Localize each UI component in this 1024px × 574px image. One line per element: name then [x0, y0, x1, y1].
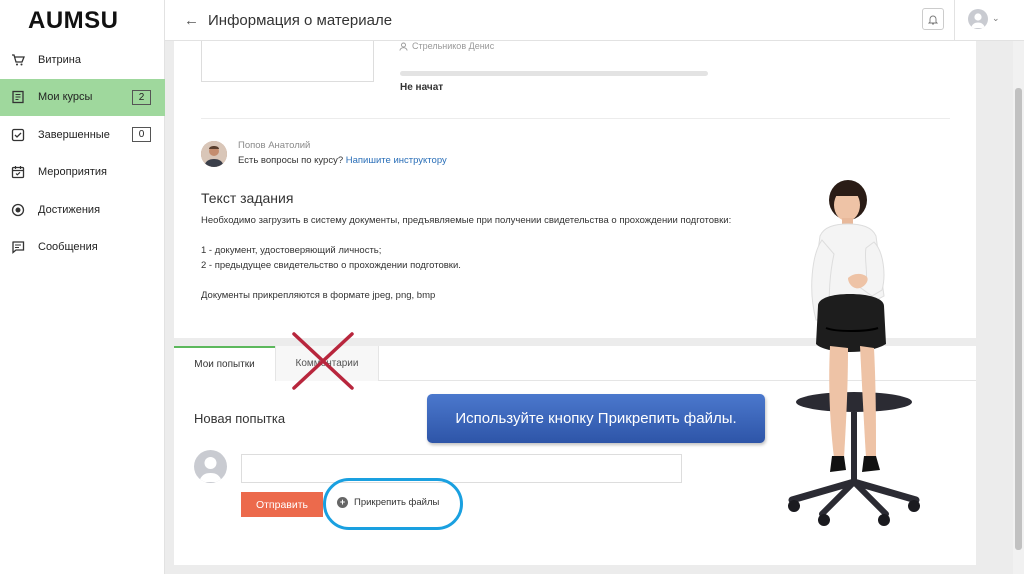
sidebar-item-my-courses[interactable]: Мои курсы 2 [0, 78, 165, 116]
instructor-name: Стрельников Денис [412, 41, 495, 51]
task-line: Документы прикрепляются в формате jpeg, … [201, 290, 436, 301]
user-icon [399, 42, 408, 51]
sidebar: AUMSU Витрина Мои курсы 2 Завершенные 0 [0, 0, 165, 574]
sidebar-item-achievements[interactable]: Достижения [0, 191, 165, 229]
send-button[interactable]: Отправить [241, 492, 323, 517]
sidebar-item-label: Мои курсы [38, 91, 93, 104]
sidebar-nav: Витрина Мои курсы 2 Завершенные 0 Меропр… [0, 41, 165, 266]
status-label: Не начат [400, 82, 444, 93]
new-attempt-heading: Новая попытка [194, 411, 286, 426]
bell-icon[interactable] [922, 8, 944, 30]
sidebar-item-label: Мероприятия [38, 166, 107, 179]
page-title: Информация о материале [208, 12, 393, 29]
medal-icon [11, 203, 25, 217]
task-line [201, 273, 731, 288]
material-instructor: Стрельников Денис [399, 41, 494, 51]
scrollbar-thumb[interactable] [1015, 88, 1022, 550]
sidebar-item-label: Сообщения [38, 241, 98, 254]
chevron-down-icon[interactable]: ⌄ [992, 13, 1000, 24]
teacher-avatar [201, 141, 227, 167]
avatar[interactable] [968, 9, 988, 29]
highlight-ring [323, 478, 463, 530]
presenter-figure [788, 180, 920, 526]
task-line [201, 228, 731, 243]
sidebar-item-completed[interactable]: Завершенные 0 [0, 116, 165, 154]
teacher-question: Есть вопросы по курсу? Напишите инструкт… [238, 155, 447, 166]
task-title: Текст задания [201, 190, 294, 206]
checkbox-icon [11, 128, 25, 142]
tab-my-attempts[interactable]: Мои попытки [174, 346, 275, 381]
app-logo[interactable]: AUMSU [28, 7, 119, 35]
message-icon [11, 240, 25, 255]
arrow-left-icon[interactable]: ← [184, 12, 199, 29]
task-line: Необходимо загрузить в систему документы… [201, 215, 732, 226]
sidebar-item-messages[interactable]: Сообщения [0, 229, 165, 267]
course-book-icon [11, 90, 25, 104]
header-divider [954, 0, 955, 41]
cart-icon [11, 53, 25, 67]
avatar [194, 450, 227, 483]
task-line: 2 - предыдущее свидетельство о прохожден… [201, 260, 461, 271]
question-text: Есть вопросы по курсу? [238, 155, 344, 166]
calendar-icon [11, 165, 25, 179]
write-instructor-link[interactable]: Напишите инструктору [346, 155, 447, 166]
sidebar-item-showcase[interactable]: Витрина [0, 41, 165, 79]
divider [201, 118, 950, 119]
attempt-input[interactable] [241, 454, 682, 483]
count-badge: 2 [132, 89, 151, 105]
material-thumbnail [201, 41, 374, 82]
instruction-callout: Используйте кнопку Прикрепить файлы. [427, 394, 765, 443]
task-line: 1 - документ, удостоверяющий личность; [201, 245, 382, 256]
progress-bar [400, 71, 708, 76]
sidebar-item-label: Завершенные [38, 128, 110, 141]
task-body: Необходимо загрузить в систему документы… [201, 213, 731, 303]
sidebar-item-label: Достижения [38, 203, 101, 216]
cross-mark-icon [292, 332, 354, 390]
sidebar-item-label: Витрина [38, 53, 81, 66]
teacher-name: Попов Анатолий [238, 140, 311, 151]
count-badge: 0 [132, 127, 151, 142]
top-header: ← Информация о материале ⌄ [165, 0, 1024, 41]
sidebar-item-events[interactable]: Мероприятия [0, 154, 165, 192]
